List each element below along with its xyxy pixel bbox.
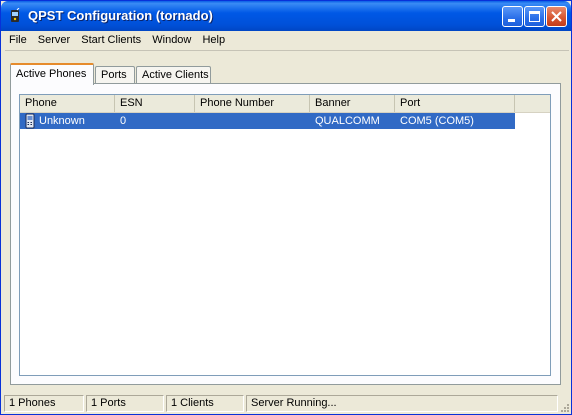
phones-list[interactable]: Phone ESN Phone Number Banner Port Unkno… [19,94,551,376]
menu-server[interactable]: Server [34,31,74,50]
mobile-phone-icon [25,113,35,129]
cell-esn: 0 [120,115,127,127]
tab-ports[interactable]: Ports [95,66,135,83]
cell-port: COM5 (COM5) [400,115,474,127]
status-bar: 1 Phones 1 Ports 1 Clients Server Runnin… [1,393,571,414]
title-bar[interactable]: QPST Configuration (tornado) [1,1,571,31]
minimize-icon [508,19,515,22]
close-icon [551,11,562,22]
menu-window[interactable]: Window [148,31,195,50]
status-ports: 1 Ports [86,395,164,412]
column-header-phone[interactable]: Phone [20,95,115,112]
column-header-phone-number[interactable]: Phone Number [195,95,310,112]
menu-bar: File Server Start Clients Window Help [5,31,569,51]
cell-phone: Unknown [39,115,85,127]
status-server: Server Running... [246,395,558,412]
qpst-app-icon[interactable] [7,8,23,24]
cell-banner: QUALCOMM [315,115,380,127]
status-phones: 1 Phones [4,395,84,412]
column-header-banner[interactable]: Banner [310,95,395,112]
close-button[interactable] [546,6,567,27]
list-header: Phone ESN Phone Number Banner Port [20,95,550,113]
minimize-button[interactable] [502,6,523,27]
column-header-esn[interactable]: ESN [115,95,195,112]
menu-start-clients[interactable]: Start Clients [77,31,145,50]
column-header-port[interactable]: Port [395,95,515,112]
table-row[interactable]: Unknown 0 QUALCOMM COM5 (COM5) [20,113,515,129]
status-clients: 1 Clients [166,395,244,412]
menu-help[interactable]: Help [198,31,229,50]
tab-active-phones[interactable]: Active Phones [10,63,94,85]
qpst-window: QPST Configuration (tornado) File Server… [0,0,572,415]
maximize-icon [529,11,540,22]
tab-active-clients[interactable]: Active Clients [136,66,211,83]
menu-file[interactable]: File [5,31,31,50]
maximize-button[interactable] [524,6,545,27]
window-title: QPST Configuration (tornado) [28,8,213,23]
resize-grip-icon[interactable] [558,401,570,413]
